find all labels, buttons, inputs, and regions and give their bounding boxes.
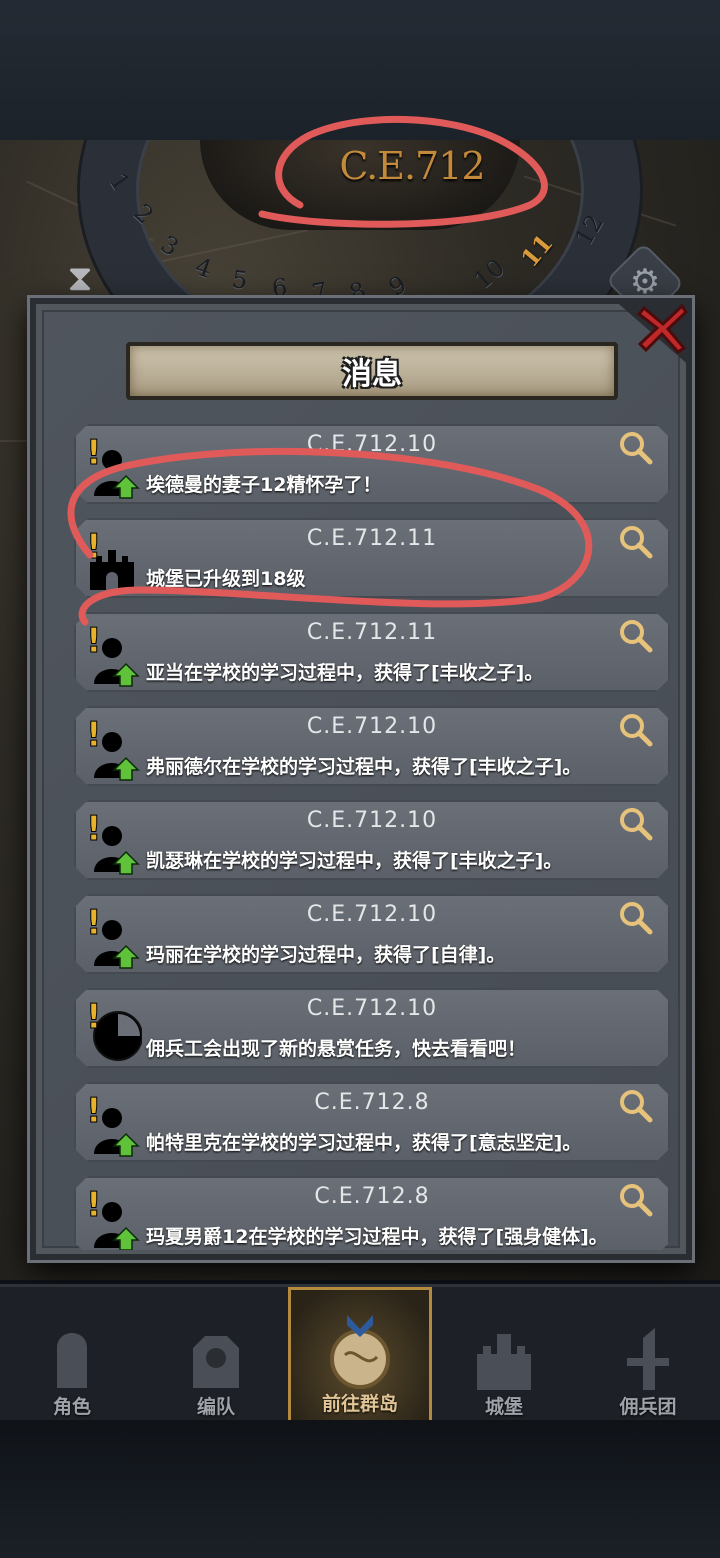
- nav-castle[interactable]: 城堡: [432, 1287, 576, 1423]
- dialog-panel: 消息 ! C.E.712.10 埃德曼的妻子12精怀孕了！! C.E.712.11 城堡…: [42, 310, 680, 1250]
- message-item[interactable]: ! C.E.712.11 城堡已升级到18级: [74, 518, 670, 598]
- nav-label: 前往群岛: [321, 1393, 398, 1415]
- message-item[interactable]: ! C.E.712.10 玛丽在学校的学习过程中，获得了[自律]。: [74, 894, 670, 974]
- messages-dialog: 消息 ! C.E.712.10 埃德曼的妻子12精怀孕了！! C.E.712.11 城堡…: [30, 298, 692, 1260]
- message-date: C.E.712.11: [306, 620, 438, 645]
- message-item[interactable]: ! C.E.712.8 玛夏男爵12在学校的学习过程中，获得了[强身健体]。: [74, 1176, 670, 1250]
- message-item[interactable]: ! C.E.712.10 埃德曼的妻子12精怀孕了！: [74, 424, 670, 504]
- current-year: C.E.712: [339, 144, 485, 188]
- message-text: 佣兵工会出现了新的悬赏任务，快去看看吧！: [146, 1038, 527, 1060]
- close-icon: [636, 303, 688, 354]
- nav-globe[interactable]: 前往群岛: [288, 1287, 432, 1423]
- nav-knight-helmet[interactable]: 角色: [0, 1287, 144, 1423]
- search-icon[interactable]: [618, 618, 654, 654]
- message-date: C.E.712.11: [306, 526, 438, 551]
- knight-helmet-icon: [37, 1318, 107, 1398]
- search-icon[interactable]: [618, 900, 654, 936]
- nav-label: 角色: [52, 1396, 91, 1418]
- bottom-nav: 角色 编队 前往群岛 城堡 佣兵团: [0, 1284, 720, 1423]
- search-icon[interactable]: [618, 1088, 654, 1124]
- message-item[interactable]: ! C.E.712.10 弗丽德尔在学校的学习过程中，获得了[丰收之子]。: [74, 706, 670, 786]
- message-date: C.E.712.10: [306, 996, 438, 1021]
- message-item[interactable]: ! C.E.712.10 凯瑟琳在学校的学习过程中，获得了[丰收之子]。: [74, 800, 670, 880]
- close-button[interactable]: [634, 300, 692, 358]
- search-icon[interactable]: [618, 430, 654, 466]
- nav-label: 佣兵团: [619, 1396, 677, 1418]
- message-date: C.E.712.10: [306, 902, 438, 927]
- status-bar-area: [0, 0, 720, 140]
- message-text: 凯瑟琳在学校的学习过程中，获得了[丰收之子]。: [146, 850, 563, 872]
- message-item[interactable]: ! C.E.712.8 帕特里克在学校的学习过程中，获得了[意志坚定]。: [74, 1082, 670, 1162]
- message-list[interactable]: ! C.E.712.10 埃德曼的妻子12精怀孕了！! C.E.712.11 城堡已升级…: [74, 424, 670, 1250]
- message-text: 帕特里克在学校的学习过程中，获得了[意志坚定]。: [146, 1132, 582, 1154]
- nav-armor[interactable]: 编队: [144, 1287, 288, 1423]
- globe-icon: [325, 1315, 395, 1395]
- message-text: 弗丽德尔在学校的学习过程中，获得了[丰收之子]。: [146, 756, 582, 778]
- message-text: 城堡已升级到18级: [146, 568, 306, 590]
- dialog-title-plaque: 消息: [126, 342, 618, 400]
- system-nav-area: [0, 1420, 720, 1558]
- message-text: 埃德曼的妻子12精怀孕了！: [146, 474, 382, 496]
- message-date: C.E.712.10: [306, 808, 438, 833]
- message-date: C.E.712.10: [306, 432, 438, 457]
- nav-label: 编队: [196, 1396, 235, 1418]
- message-date: C.E.712.8: [314, 1090, 430, 1115]
- search-icon[interactable]: [618, 524, 654, 560]
- nav-label: 城堡: [484, 1396, 523, 1418]
- nav-mercenary[interactable]: 佣兵团: [576, 1287, 720, 1423]
- message-text: 玛夏男爵12在学校的学习过程中，获得了[强身健体]。: [146, 1226, 608, 1248]
- mercenary-icon: [613, 1318, 683, 1398]
- search-icon[interactable]: [618, 806, 654, 842]
- search-icon[interactable]: [618, 712, 654, 748]
- message-date: C.E.712.8: [314, 1184, 430, 1209]
- message-text: 亚当在学校的学习过程中，获得了[丰收之子]。: [146, 662, 544, 684]
- armor-icon: [181, 1318, 251, 1398]
- message-item[interactable]: ! C.E.712.10 佣兵工会出现了新的悬赏任务，快去看看吧！: [74, 988, 670, 1068]
- dialog-title: 消息: [342, 357, 402, 392]
- search-icon[interactable]: [618, 1182, 654, 1218]
- message-text: 玛丽在学校的学习过程中，获得了[自律]。: [146, 944, 506, 966]
- message-item[interactable]: ! C.E.712.11 亚当在学校的学习过程中，获得了[丰收之子]。: [74, 612, 670, 692]
- message-date: C.E.712.10: [306, 714, 438, 739]
- castle-icon: [469, 1318, 539, 1398]
